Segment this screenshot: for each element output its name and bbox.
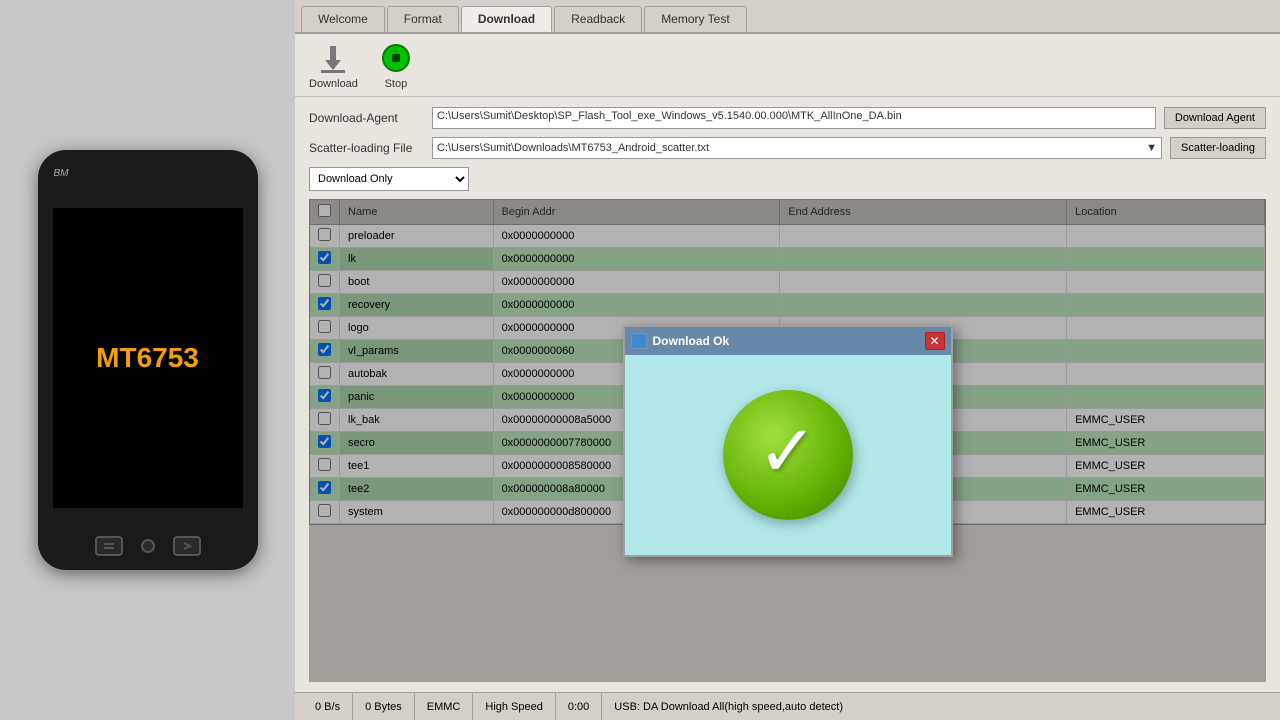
stop-icon <box>378 40 414 76</box>
tab-download[interactable]: Download <box>461 6 552 32</box>
scatter-file-row: Scatter-loading File C:\Users\Sumit\Down… <box>309 137 1266 159</box>
status-size: 0 Bytes <box>353 693 415 720</box>
mode-select[interactable]: Download Only <box>309 167 469 191</box>
status-message: USB: DA Download All(high speed,auto det… <box>602 693 1272 720</box>
modal-title-bar: Download Ok ✕ <box>625 327 951 355</box>
phone-button-home <box>141 539 155 553</box>
phone-button-left <box>95 536 123 556</box>
status-mode: High Speed <box>473 693 556 720</box>
tab-format[interactable]: Format <box>387 6 459 32</box>
status-time: 0:00 <box>556 693 602 720</box>
phone-body: BM MT6753 <box>38 150 258 570</box>
download-ok-dialog: Download Ok ✕ ✓ <box>623 325 953 557</box>
scatter-label: Scatter-loading File <box>309 141 424 155</box>
scatter-dropdown-arrow: ▼ <box>1146 142 1157 154</box>
download-button[interactable]: Download <box>309 40 358 90</box>
download-agent-input[interactable]: C:\Users\Sumit\Desktop\SP_Flash_Tool_exe… <box>432 107 1156 129</box>
modal-overlay: Download Ok ✕ ✓ <box>309 199 1266 682</box>
phone-panel: BM MT6753 <box>0 0 295 720</box>
success-circle: ✓ <box>723 390 853 520</box>
stop-label: Stop <box>385 78 408 90</box>
main-panel: Welcome Format Download Readback Memory … <box>295 0 1280 720</box>
mode-row: Download Only <box>309 167 1266 191</box>
modal-title-left: Download Ok <box>631 333 730 349</box>
modal-content: ✓ <box>625 355 951 555</box>
status-bar: 0 B/s 0 Bytes EMMC High Speed 0:00 USB: … <box>295 692 1280 720</box>
table-wrapper: Name Begin Addr End Address Location pre… <box>309 199 1266 682</box>
modal-title-icon <box>631 333 647 349</box>
download-agent-label: Download-Agent <box>309 111 424 125</box>
scatter-input[interactable]: C:\Users\Sumit\Downloads\MT6753_Android_… <box>432 137 1162 159</box>
stop-button[interactable]: Stop <box>378 40 414 90</box>
phone-top-bar: BM <box>50 168 246 179</box>
phone-model-text: MT6753 <box>96 342 199 374</box>
tab-readback[interactable]: Readback <box>554 6 642 32</box>
modal-title-text: Download Ok <box>653 334 730 348</box>
tab-memory-test[interactable]: Memory Test <box>644 6 746 32</box>
phone-bm-label: BM <box>54 168 69 179</box>
download-label: Download <box>309 78 358 90</box>
status-speed: 0 B/s <box>303 693 353 720</box>
download-icon <box>315 40 351 76</box>
scatter-button[interactable]: Scatter-loading <box>1170 137 1266 159</box>
checkmark-icon: ✓ <box>757 416 817 488</box>
phone-screen: MT6753 <box>53 208 243 508</box>
content-area: Download-Agent C:\Users\Sumit\Desktop\SP… <box>295 97 1280 692</box>
tab-welcome[interactable]: Welcome <box>301 6 385 32</box>
status-storage: EMMC <box>415 693 474 720</box>
phone-buttons <box>95 536 201 556</box>
toolbar: Download Stop <box>295 34 1280 97</box>
scatter-value: C:\Users\Sumit\Downloads\MT6753_Android_… <box>437 142 709 154</box>
phone-button-right <box>173 536 201 556</box>
download-agent-button[interactable]: Download Agent <box>1164 107 1266 129</box>
download-agent-row: Download-Agent C:\Users\Sumit\Desktop\SP… <box>309 107 1266 129</box>
tab-bar: Welcome Format Download Readback Memory … <box>295 0 1280 34</box>
modal-close-button[interactable]: ✕ <box>925 332 945 350</box>
